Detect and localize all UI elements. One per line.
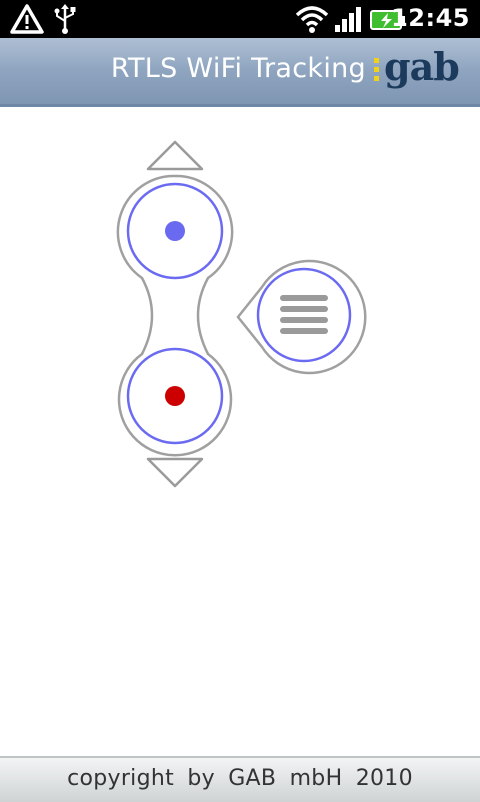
tracking-controller: [0, 104, 480, 764]
chevron-up-icon[interactable]: [146, 140, 204, 171]
title-bar: RTLS WiFi Tracking gab: [0, 38, 480, 107]
red-dot-icon: [165, 386, 185, 406]
app-title: RTLS WiFi Tracking: [110, 53, 366, 84]
copyright-text: copyright by GAB mbH 2010: [67, 766, 413, 791]
brand-logo-text: gab: [384, 44, 460, 89]
top-button[interactable]: [126, 182, 224, 280]
signal-icon: [335, 7, 361, 32]
usb-icon: [54, 4, 76, 34]
brand-logo: gab: [370, 44, 466, 96]
brand-dots: [374, 58, 379, 85]
clock: 12:45: [391, 4, 470, 32]
warning-icon: [10, 4, 44, 34]
menu-button[interactable]: [236, 259, 367, 375]
blue-dot-icon: [165, 221, 185, 241]
footer: copyright by GAB mbH 2010: [0, 756, 480, 802]
bottom-button[interactable]: [126, 347, 224, 445]
status-bar: 12:45: [0, 0, 480, 38]
chevron-down-icon[interactable]: [146, 457, 204, 488]
wifi-icon: [295, 6, 329, 33]
